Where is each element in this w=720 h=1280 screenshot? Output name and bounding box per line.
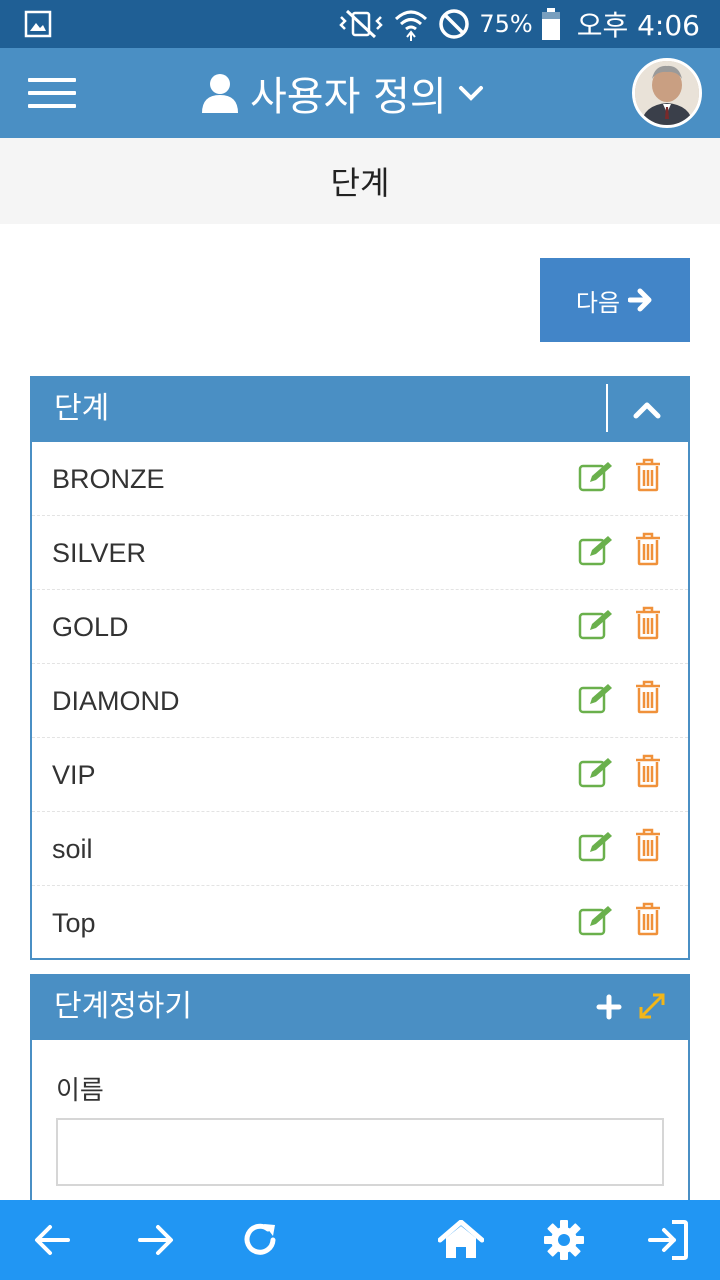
trash-icon[interactable] [634,754,662,788]
list-item: DIAMOND [32,664,688,738]
trash-icon[interactable] [634,680,662,714]
list-item: BRONZE [32,442,688,516]
edit-icon[interactable] [578,460,614,492]
name-input[interactable] [56,1118,664,1186]
bottom-toolbar [0,1200,720,1280]
name-field-label: 이름 [56,1076,104,1106]
edit-icon[interactable] [578,756,614,788]
define-level-panel: 단계정하기 이름 [30,974,690,1234]
settings-icon[interactable] [542,1218,586,1262]
define-level-panel-title: 단계정하기 [54,989,192,1024]
next-button[interactable]: 다음 [540,258,690,342]
list-item: SILVER [32,516,688,590]
levels-panel-header: 단계 [32,378,688,442]
title-dropdown[interactable]: 사용자 정의 [200,48,485,138]
mute-vibrate-icon [339,9,384,39]
level-name: BRONZE [52,464,165,494]
forward-arrow-icon[interactable] [136,1220,176,1260]
hamburger-menu-icon[interactable] [28,78,76,108]
refresh-icon[interactable] [240,1220,280,1260]
wifi-icon [395,10,428,41]
edit-icon[interactable] [578,904,614,936]
list-item: VIP [32,738,688,812]
levels-panel-title: 단계 [54,391,110,426]
status-bar: 75% 오후 4:06 [0,0,720,48]
level-name: GOLD [52,612,129,642]
expand-icon[interactable] [638,992,666,1020]
battery-percent: 75% [479,10,533,38]
battery-icon [541,8,560,40]
trash-icon[interactable] [634,606,662,640]
gallery-icon [24,10,52,38]
chevron-down-icon [458,86,483,101]
exit-icon[interactable] [646,1218,690,1262]
header-divider [606,384,608,432]
avatar[interactable] [632,58,702,128]
trash-icon[interactable] [634,458,662,492]
edit-icon[interactable] [578,830,614,862]
next-button-label: 다음 [575,288,621,317]
level-name: DIAMOND [52,686,180,716]
user-icon [202,74,238,113]
edit-icon[interactable] [578,608,614,640]
edit-icon[interactable] [578,682,614,714]
home-icon[interactable] [438,1220,484,1260]
list-item: GOLD [32,590,688,664]
level-name: SILVER [52,538,147,568]
level-name: VIP [52,760,96,790]
define-level-panel-header: 단계정하기 [32,976,688,1040]
trash-icon[interactable] [634,902,662,936]
chevron-up-icon[interactable] [632,396,662,424]
list-item: Top [32,886,688,960]
back-arrow-icon[interactable] [32,1220,72,1260]
page-header: 단계 [0,138,720,224]
trash-icon[interactable] [634,532,662,566]
list-item: soil [32,812,688,886]
page-title: 단계 [330,164,390,202]
edit-icon[interactable] [578,534,614,566]
clock: 오후 4:06 [576,9,700,42]
app-title: 사용자 정의 [250,74,447,120]
trash-icon[interactable] [634,828,662,862]
arrow-right-icon [628,288,652,312]
do-not-disturb-icon [439,9,470,39]
plus-icon[interactable] [596,994,622,1020]
levels-panel: 단계 BRONZE SILVER GOLD DIAMOND VIP soil T… [30,376,690,960]
levels-list: BRONZE SILVER GOLD DIAMOND VIP soil Top [32,442,688,960]
level-name: Top [52,908,96,938]
app-bar: 사용자 정의 [0,48,720,138]
level-name: soil [52,834,93,864]
